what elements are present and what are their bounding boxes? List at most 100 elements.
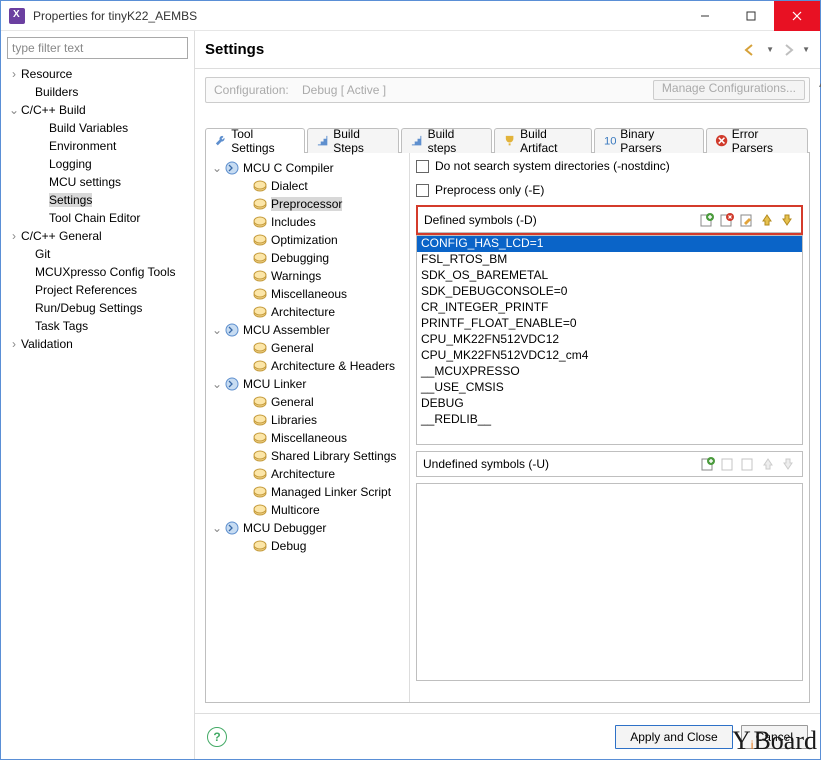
tool-tree-item[interactable]: General (206, 393, 409, 411)
help-button[interactable]: ? (207, 727, 227, 747)
checkbox-icon (416, 160, 429, 173)
move-down-button[interactable] (780, 456, 796, 472)
category-item[interactable]: ›Project References (1, 281, 194, 299)
defined-symbol-item[interactable]: FSL_RTOS_BM (417, 252, 802, 268)
category-item[interactable]: ›Build Variables (1, 119, 194, 137)
defined-symbol-item[interactable]: SDK_OS_BAREMETAL (417, 268, 802, 284)
tool-tree-item[interactable]: Multicore (206, 501, 409, 519)
defined-symbol-item[interactable]: SDK_DEBUGCONSOLE=0 (417, 284, 802, 300)
category-item[interactable]: ›MCU settings (1, 173, 194, 191)
add-symbol-button[interactable] (700, 456, 716, 472)
apply-and-close-button[interactable]: Apply and Close (615, 725, 732, 749)
defined-symbol-item[interactable]: CR_INTEGER_PRINTF (417, 300, 802, 316)
delete-symbol-button[interactable] (719, 212, 735, 228)
tool-tree-item[interactable]: Dialect (206, 177, 409, 195)
tool-icon (224, 520, 240, 536)
filter-input[interactable] (7, 37, 188, 59)
category-tree[interactable]: ›Resource›Builders⌄C/C++ Build›Build Var… (1, 65, 194, 759)
nav-back-dropdown-icon[interactable]: ▼ (766, 45, 774, 54)
category-item[interactable]: ›Logging (1, 155, 194, 173)
move-down-button[interactable] (779, 212, 795, 228)
move-up-button[interactable] (760, 456, 776, 472)
settings-pane: Settings ▼ ▼ Configuration: Debug [ Acti… (195, 31, 820, 759)
option-icon (252, 304, 268, 320)
category-item[interactable]: ›Environment (1, 137, 194, 155)
defined-symbol-item[interactable]: CONFIG_HAS_LCD=1 (417, 236, 802, 252)
defined-symbol-item[interactable]: __REDLIB__ (417, 412, 802, 428)
tool-tree-item[interactable]: Architecture (206, 303, 409, 321)
category-item[interactable]: ›Tool Chain Editor (1, 209, 194, 227)
category-item[interactable]: ›Resource (1, 65, 194, 83)
cancel-button[interactable]: Cancel (741, 725, 808, 749)
tab-build-steps[interactable]: Build steps (401, 128, 492, 153)
maximize-button[interactable] (728, 1, 774, 31)
tool-tree-item[interactable]: ⌄MCU Debugger (206, 519, 409, 537)
defined-symbol-item[interactable]: DEBUG (417, 396, 802, 412)
tool-tree-item[interactable]: Architecture (206, 465, 409, 483)
add-symbol-button[interactable] (699, 212, 715, 228)
category-item[interactable]: ›Builders (1, 83, 194, 101)
tab-tool-settings[interactable]: Tool Settings (205, 128, 305, 153)
tool-tree-item[interactable]: Miscellaneous (206, 285, 409, 303)
edit-symbol-button[interactable] (740, 456, 756, 472)
tool-tree-item[interactable]: Managed Linker Script (206, 483, 409, 501)
tool-tree-item[interactable]: General (206, 339, 409, 357)
undefined-symbols-header: Undefined symbols (-U) (416, 451, 803, 477)
category-item[interactable]: ›Git (1, 245, 194, 263)
tool-tree-item[interactable]: Debugging (206, 249, 409, 267)
tool-tree-label: Shared Library Settings (271, 449, 396, 463)
close-button[interactable] (774, 1, 820, 31)
option-icon (252, 430, 268, 446)
nav-forward-dropdown-icon[interactable]: ▼ (802, 45, 810, 54)
category-item[interactable]: ›Task Tags (1, 317, 194, 335)
move-up-button[interactable] (759, 212, 775, 228)
tool-tree-label: Preprocessor (271, 197, 342, 211)
tab-label: Binary Parsers (620, 127, 694, 155)
tool-tree-item[interactable]: Optimization (206, 231, 409, 249)
edit-symbol-button[interactable] (739, 212, 755, 228)
preprocess-only-checkbox[interactable]: Preprocess only (-E) (416, 181, 803, 199)
tab-binary-parsers[interactable]: 101Binary Parsers (594, 128, 703, 153)
defined-symbols-list[interactable]: CONFIG_HAS_LCD=1FSL_RTOS_BMSDK_OS_BAREME… (416, 235, 803, 445)
tool-tree-item[interactable]: Miscellaneous (206, 429, 409, 447)
window-controls (682, 1, 820, 31)
tool-tree-item[interactable]: Preprocessor (206, 195, 409, 213)
tool-tree-item[interactable]: Libraries (206, 411, 409, 429)
nav-back-button[interactable] (744, 43, 760, 57)
manage-configurations-button[interactable]: Manage Configurations... (653, 80, 805, 100)
undefined-symbols-list[interactable] (416, 483, 803, 681)
delete-symbol-button[interactable] (720, 456, 736, 472)
defined-symbol-item[interactable]: __USE_CMSIS (417, 380, 802, 396)
tab-error-parsers[interactable]: Error Parsers (706, 128, 808, 153)
tool-tree[interactable]: ⌄MCU C CompilerDialect Preprocessor Includ… (206, 153, 410, 702)
tab-build-artifact[interactable]: Build Artifact (494, 128, 592, 153)
category-item[interactable]: ›C/C++ General (1, 227, 194, 245)
category-item[interactable]: ›Settings (1, 191, 194, 209)
defined-symbol-item[interactable]: CPU_MK22FN512VDC12 (417, 332, 802, 348)
category-item[interactable]: ›Run/Debug Settings (1, 299, 194, 317)
tool-tree-item[interactable]: Architecture & Headers (206, 357, 409, 375)
tool-tree-item[interactable]: ⌄MCU Linker (206, 375, 409, 393)
defined-symbol-item[interactable]: PRINTF_FLOAT_ENABLE=0 (417, 316, 802, 332)
nav-forward-button[interactable] (780, 43, 796, 57)
nostdinc-checkbox[interactable]: Do not search system directories (-nostd… (416, 157, 803, 175)
tool-tree-item[interactable]: Includes (206, 213, 409, 231)
tool-tree-item[interactable]: Shared Library Settings (206, 447, 409, 465)
tool-tree-label: General (271, 395, 314, 409)
tab-build-steps[interactable]: Build Steps (307, 128, 399, 153)
tool-tree-item[interactable]: Debug (206, 537, 409, 555)
undefined-symbols-title: Undefined symbols (-U) (423, 457, 700, 471)
category-item[interactable]: ›Validation (1, 335, 194, 353)
tool-tree-item[interactable]: Warnings (206, 267, 409, 285)
defined-symbols-panel: Defined symbols (-D) (416, 205, 803, 235)
defined-symbol-item[interactable]: __MCUXPRESSO (417, 364, 802, 380)
category-item[interactable]: ›MCUXpresso Config Tools (1, 263, 194, 281)
category-item[interactable]: ⌄C/C++ Build (1, 101, 194, 119)
steps-icon (316, 134, 329, 148)
tool-tree-item[interactable]: ⌄MCU Assembler (206, 321, 409, 339)
chevron-down-icon: ⌄ (210, 323, 224, 337)
minimize-button[interactable] (682, 1, 728, 31)
tool-tree-item[interactable]: ⌄MCU C Compiler (206, 159, 409, 177)
defined-symbol-item[interactable]: CPU_MK22FN512VDC12_cm4 (417, 348, 802, 364)
category-label: Builders (35, 85, 78, 99)
